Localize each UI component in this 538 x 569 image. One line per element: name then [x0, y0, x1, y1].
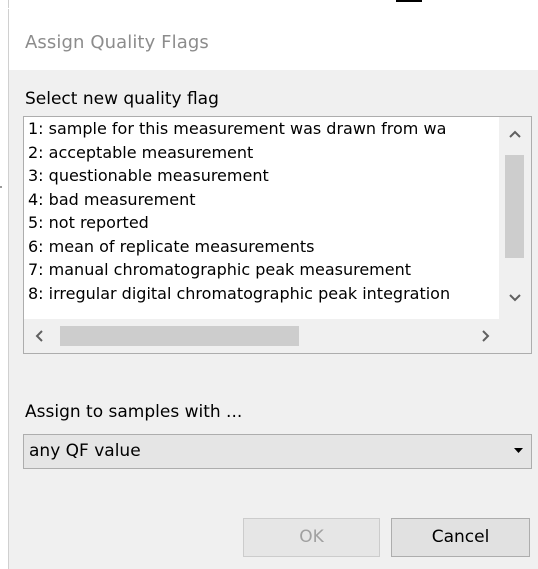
chevron-right-icon[interactable]: [481, 329, 491, 347]
ok-button[interactable]: OK: [243, 518, 380, 557]
vertical-scrollbar[interactable]: [499, 117, 531, 319]
background-tick: [8, 0, 9, 8]
dialog-title: Assign Quality Flags: [25, 32, 209, 53]
vertical-scroll-thumb[interactable]: [505, 155, 524, 258]
background-notch: [0, 186, 2, 188]
list-item[interactable]: 6: mean of replicate measurements: [24, 235, 498, 259]
list-item[interactable]: 3: questionable measurement: [24, 164, 498, 188]
assign-to-label: Assign to samples with ...: [25, 402, 243, 422]
background-mark: [396, 0, 422, 2]
assign-to-dropdown[interactable]: any QF value: [23, 434, 532, 469]
quality-flag-items: 1: sample for this measurement was drawn…: [24, 117, 498, 319]
select-flag-label: Select new quality flag: [25, 89, 219, 109]
horizontal-scrollbar[interactable]: [24, 319, 499, 353]
list-item[interactable]: 8: irregular digital chromatographic pea…: [24, 282, 498, 306]
chevron-left-icon[interactable]: [34, 329, 44, 347]
cancel-button[interactable]: Cancel: [391, 518, 530, 557]
list-item[interactable]: 5: not reported: [24, 211, 498, 235]
quality-flag-list[interactable]: 1: sample for this measurement was drawn…: [23, 116, 532, 354]
chevron-up-icon[interactable]: [508, 127, 522, 143]
list-item[interactable]: 7: manual chromatographic peak measureme…: [24, 258, 498, 282]
list-item[interactable]: 2: acceptable measurement: [24, 141, 498, 165]
horizontal-scroll-thumb[interactable]: [60, 326, 299, 346]
background-strip: [0, 0, 538, 9]
dialog-titlebar[interactable]: Assign Quality Flags: [9, 9, 538, 70]
chevron-down-icon[interactable]: [508, 291, 522, 307]
list-item[interactable]: 1: sample for this measurement was drawn…: [24, 117, 498, 141]
assign-quality-flags-dialog: Assign Quality Flags Select new quality …: [8, 9, 538, 569]
dropdown-arrow-icon: [514, 446, 523, 457]
scrollbar-corner: [499, 319, 531, 353]
list-item[interactable]: 4: bad measurement: [24, 188, 498, 212]
assign-to-value: any QF value: [29, 441, 141, 461]
